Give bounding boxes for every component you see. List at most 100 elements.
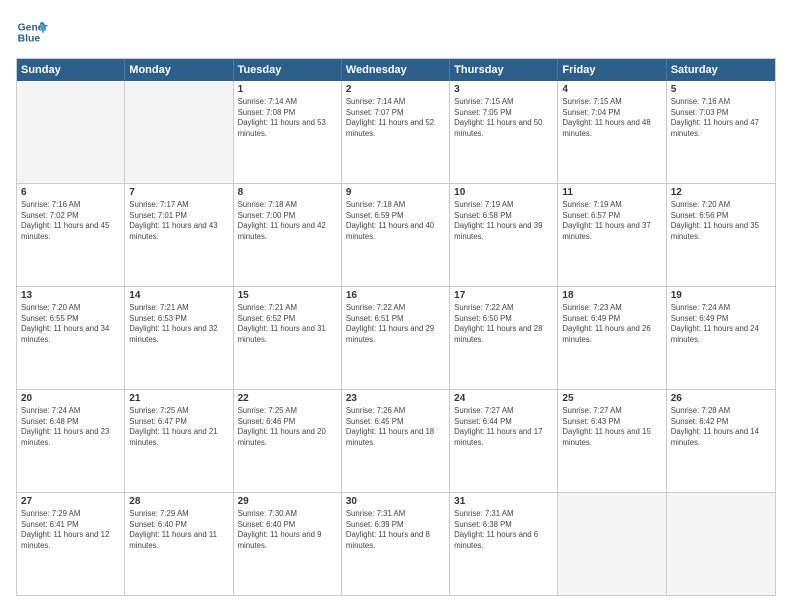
day-info: Sunrise: 7:31 AM Sunset: 6:39 PM Dayligh… — [346, 509, 445, 551]
day-number: 10 — [454, 187, 553, 198]
day-number: 26 — [671, 393, 771, 404]
day-number: 31 — [454, 496, 553, 507]
header-day-wednesday: Wednesday — [342, 59, 450, 81]
day-info: Sunrise: 7:14 AM Sunset: 7:08 PM Dayligh… — [238, 97, 337, 139]
day-info: Sunrise: 7:25 AM Sunset: 6:47 PM Dayligh… — [129, 406, 228, 448]
day-number: 8 — [238, 187, 337, 198]
calendar-row-2: 6Sunrise: 7:16 AM Sunset: 7:02 PM Daylig… — [17, 184, 775, 287]
calendar-cell: 22Sunrise: 7:25 AM Sunset: 6:46 PM Dayli… — [234, 390, 342, 492]
day-number: 24 — [454, 393, 553, 404]
day-number: 18 — [562, 290, 661, 301]
day-number: 20 — [21, 393, 120, 404]
calendar-cell: 26 Sunrise: 7:28 AM Sunset: 6:42 PM Dayli… — [667, 390, 775, 492]
day-number: 21 — [129, 393, 228, 404]
calendar-cell: 1 Sunrise: 7:14 AM Sunset: 7:08 PM Daylig… — [234, 81, 342, 183]
calendar-cell — [125, 81, 233, 183]
header-day-monday: Monday — [125, 59, 233, 81]
calendar-cell: 6Sunrise: 7:16 AM Sunset: 7:02 PM Daylig… — [17, 184, 125, 286]
day-info: Sunrise: 7:22 AM Sunset: 6:51 PM Dayligh… — [346, 303, 445, 345]
day-info: Sunrise: 7:20 AM Sunset: 6:55 PM Dayligh… — [21, 303, 120, 345]
header-day-tuesday: Tuesday — [234, 59, 342, 81]
calendar-cell: 30 Sunrise: 7:31 AM Sunset: 6:39 PM Dayli… — [342, 493, 450, 595]
calendar-cell: 13 Sunrise: 7:20 AM Sunset: 6:55 PM Dayli… — [17, 287, 125, 389]
day-info: Sunrise: 7:24 AM Sunset: 6:48 PM Dayligh… — [21, 406, 120, 448]
day-info: Sunrise: 7:15 AM Sunset: 7:05 PM Dayligh… — [454, 97, 553, 139]
calendar-row-4: 20 Sunrise: 7:24 AM Sunset: 6:48 PM Dayli… — [17, 390, 775, 493]
day-number: 12 — [671, 187, 771, 198]
day-number: 19 — [671, 290, 771, 301]
calendar-cell: 8 Sunrise: 7:18 AM Sunset: 7:00 PM Daylig… — [234, 184, 342, 286]
day-number: 27 — [21, 496, 120, 507]
day-info: Sunrise: 7:21 AM Sunset: 6:52 PM Dayligh… — [238, 303, 337, 345]
day-number: 30 — [346, 496, 445, 507]
day-number: 22 — [238, 393, 337, 404]
day-number: 29 — [238, 496, 337, 507]
svg-text:Blue: Blue — [18, 34, 41, 45]
day-info: Sunrise: 7:20 AM Sunset: 6:56 PM Dayligh… — [671, 200, 771, 242]
calendar-cell: 25 Sunrise: 7:27 AM Sunset: 6:43 PM Dayli… — [558, 390, 666, 492]
calendar-cell: 16 Sunrise: 7:22 AM Sunset: 6:51 PM Dayli… — [342, 287, 450, 389]
day-number: 13 — [21, 290, 120, 301]
day-number: 23 — [346, 393, 445, 404]
header-day-saturday: Saturday — [667, 59, 775, 81]
calendar-cell: 2 Sunrise: 7:14 AM Sunset: 7:07 PM Daylig… — [342, 81, 450, 183]
calendar-cell: 5 Sunrise: 7:16 AM Sunset: 7:03 PM Daylig… — [667, 81, 775, 183]
calendar-cell: 17Sunrise: 7:22 AM Sunset: 6:50 PM Dayli… — [450, 287, 558, 389]
day-number: 7 — [129, 187, 228, 198]
day-number: 2 — [346, 84, 445, 95]
day-info: Sunrise: 7:27 AM Sunset: 6:43 PM Dayligh… — [562, 406, 661, 448]
calendar-row-3: 13 Sunrise: 7:20 AM Sunset: 6:55 PM Dayli… — [17, 287, 775, 390]
header-day-thursday: Thursday — [450, 59, 558, 81]
day-info: Sunrise: 7:15 AM Sunset: 7:04 PM Dayligh… — [562, 97, 661, 139]
day-number: 4 — [562, 84, 661, 95]
day-info: Sunrise: 7:27 AM Sunset: 6:44 PM Dayligh… — [454, 406, 553, 448]
header-day-friday: Friday — [558, 59, 666, 81]
day-info: Sunrise: 7:26 AM Sunset: 6:45 PM Dayligh… — [346, 406, 445, 448]
calendar-cell: 9Sunrise: 7:18 AM Sunset: 6:59 PM Daylig… — [342, 184, 450, 286]
day-number: 1 — [238, 84, 337, 95]
day-info: Sunrise: 7:29 AM Sunset: 6:40 PM Dayligh… — [129, 509, 228, 551]
day-number: 5 — [671, 84, 771, 95]
day-info: Sunrise: 7:28 AM Sunset: 6:42 PM Dayligh… — [671, 406, 771, 448]
calendar-cell — [558, 493, 666, 595]
day-number: 17 — [454, 290, 553, 301]
logo: General Blue — [16, 16, 52, 48]
calendar: SundayMondayTuesdayWednesdayThursdayFrid… — [16, 58, 776, 596]
day-info: Sunrise: 7:30 AM Sunset: 6:40 PM Dayligh… — [238, 509, 337, 551]
calendar-cell: 7 Sunrise: 7:17 AM Sunset: 7:01 PM Daylig… — [125, 184, 233, 286]
day-number: 14 — [129, 290, 228, 301]
day-info: Sunrise: 7:31 AM Sunset: 6:38 PM Dayligh… — [454, 509, 553, 551]
calendar-cell: 18 Sunrise: 7:23 AM Sunset: 6:49 PM Dayli… — [558, 287, 666, 389]
calendar-cell: 15Sunrise: 7:21 AM Sunset: 6:52 PM Dayli… — [234, 287, 342, 389]
calendar-cell: 23 Sunrise: 7:26 AM Sunset: 6:45 PM Dayli… — [342, 390, 450, 492]
calendar-cell: 24 Sunrise: 7:27 AM Sunset: 6:44 PM Dayli… — [450, 390, 558, 492]
header-day-sunday: Sunday — [17, 59, 125, 81]
calendar-cell: 27Sunrise: 7:29 AM Sunset: 6:41 PM Dayli… — [17, 493, 125, 595]
calendar-cell: 12 Sunrise: 7:20 AM Sunset: 6:56 PM Dayli… — [667, 184, 775, 286]
day-info: Sunrise: 7:18 AM Sunset: 7:00 PM Dayligh… — [238, 200, 337, 242]
day-info: Sunrise: 7:18 AM Sunset: 6:59 PM Dayligh… — [346, 200, 445, 242]
day-number: 16 — [346, 290, 445, 301]
day-number: 28 — [129, 496, 228, 507]
day-info: Sunrise: 7:21 AM Sunset: 6:53 PM Dayligh… — [129, 303, 228, 345]
calendar-cell: 29 Sunrise: 7:30 AM Sunset: 6:40 PM Dayli… — [234, 493, 342, 595]
day-info: Sunrise: 7:23 AM Sunset: 6:49 PM Dayligh… — [562, 303, 661, 345]
calendar-row-1: 1 Sunrise: 7:14 AM Sunset: 7:08 PM Daylig… — [17, 81, 775, 184]
calendar-cell: 14 Sunrise: 7:21 AM Sunset: 6:53 PM Dayli… — [125, 287, 233, 389]
day-info: Sunrise: 7:19 AM Sunset: 6:58 PM Dayligh… — [454, 200, 553, 242]
logo-icon: General Blue — [16, 16, 48, 48]
calendar-cell — [667, 493, 775, 595]
day-info: Sunrise: 7:16 AM Sunset: 7:03 PM Dayligh… — [671, 97, 771, 139]
calendar-cell: 20 Sunrise: 7:24 AM Sunset: 6:48 PM Dayli… — [17, 390, 125, 492]
day-info: Sunrise: 7:17 AM Sunset: 7:01 PM Dayligh… — [129, 200, 228, 242]
calendar-row-5: 27Sunrise: 7:29 AM Sunset: 6:41 PM Dayli… — [17, 493, 775, 595]
calendar-cell: 4 Sunrise: 7:15 AM Sunset: 7:04 PM Daylig… — [558, 81, 666, 183]
day-info: Sunrise: 7:24 AM Sunset: 6:49 PM Dayligh… — [671, 303, 771, 345]
day-info: Sunrise: 7:14 AM Sunset: 7:07 PM Dayligh… — [346, 97, 445, 139]
calendar-header: SundayMondayTuesdayWednesdayThursdayFrid… — [17, 59, 775, 81]
day-number: 11 — [562, 187, 661, 198]
header: General Blue — [16, 16, 776, 48]
calendar-cell: 31 Sunrise: 7:31 AM Sunset: 6:38 PM Dayli… — [450, 493, 558, 595]
day-number: 25 — [562, 393, 661, 404]
day-number: 6 — [21, 187, 120, 198]
